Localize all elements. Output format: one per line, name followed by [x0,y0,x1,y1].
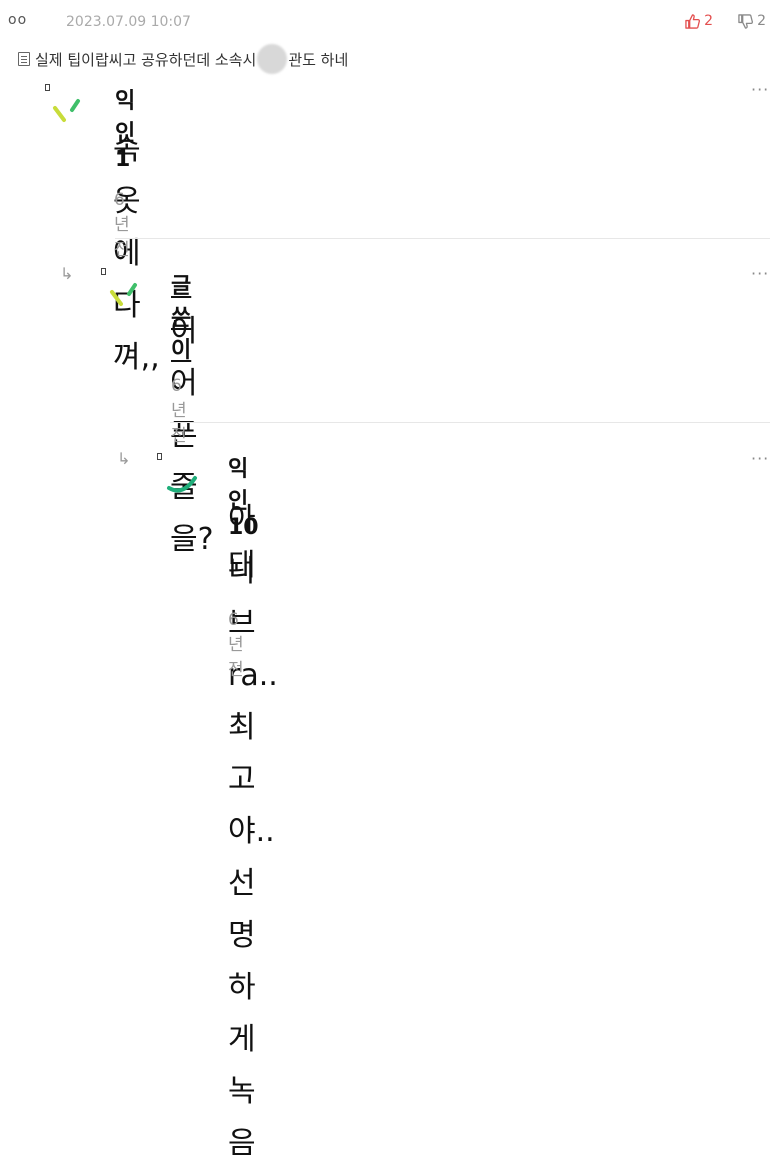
like-button[interactable]: 2 [685,13,713,29]
thumbs-down-icon [738,13,754,29]
reply-arrow-icon: ↳ [60,264,74,283]
document-icon [18,52,30,66]
post-title-suffix: 관도 하네 [288,50,349,69]
comment-marker-icon [157,453,162,460]
like-count: 2 [704,13,713,29]
comment-marker-icon [101,268,106,275]
more-options-button[interactable]: ··· [751,449,769,468]
avatar [53,99,80,122]
more-options-button[interactable]: ··· [751,80,769,99]
comment-time: 6년 전 [171,376,187,446]
dislike-count: 2 [757,13,766,29]
reply-arrow-icon: ↳ [117,449,131,468]
blurred-redaction [257,44,288,74]
post-title: 실제 팁이랍씨고 공유하던데 소속시 관도 하네 [18,44,348,74]
author-name[interactable]: oo [8,12,27,28]
thumbs-up-icon [685,13,701,29]
divider [115,238,770,239]
avatar [167,476,197,493]
comment-text-line-1: 아니 브ra.. 최고야..선명하게 녹음 [228,502,278,1161]
comment-time: 6년 전 [114,190,130,260]
post-title-prefix: 실제 팁이랍씨고 공유하던데 소속시 [35,50,257,69]
more-options-button[interactable]: ··· [751,264,769,283]
comment-time: 6년 전 [228,610,244,680]
dislike-button[interactable]: 2 [738,13,766,29]
divider [170,422,770,423]
avatar [110,283,137,306]
comment-text-line-2: 돼 [228,548,256,583]
post-date: 2023.07.09 10:07 [66,14,191,30]
post-header: oo 2023.07.09 10:07 2 2 [0,0,773,44]
